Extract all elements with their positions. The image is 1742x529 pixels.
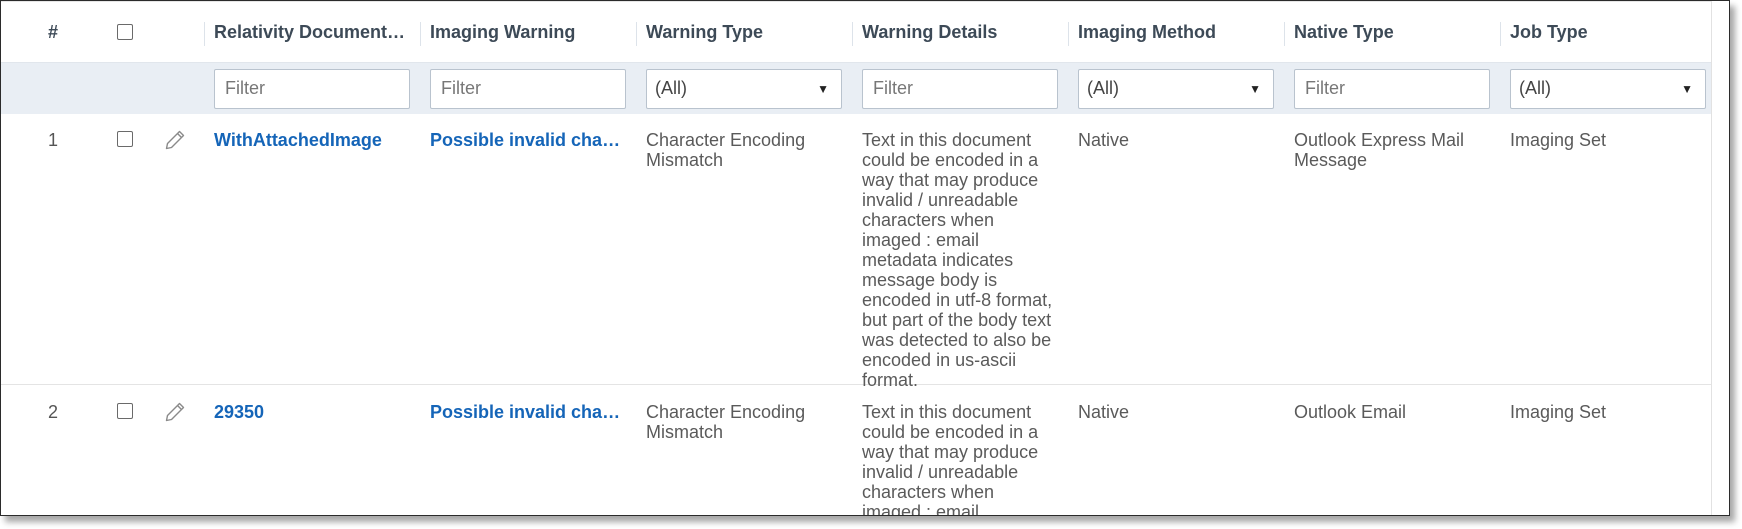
filter-cell-warning-type: (All) ▼ (646, 63, 842, 114)
warning-details-text: Text in this document could be encoded i… (862, 130, 1053, 390)
column-divider (1068, 22, 1069, 46)
warning-type-cell: Character Encoding Mismatch (646, 114, 842, 384)
pencil-icon[interactable] (163, 400, 187, 424)
grid-header-row: # Relativity Document I... Imaging Warni… (1, 1, 1713, 63)
row-select[interactable] (105, 386, 145, 515)
pencil-icon[interactable] (163, 128, 187, 152)
column-divider (204, 22, 205, 46)
imaging-warning-cell: Possible invalid charac... (430, 386, 626, 515)
select-value: (All) (655, 78, 687, 98)
filter-input-doc-id[interactable] (214, 68, 410, 109)
column-divider (636, 22, 637, 46)
header-label[interactable]: Warning Type (646, 22, 763, 43)
row-number: 1 (47, 130, 58, 150)
column-divider (1500, 22, 1501, 46)
header-imaging-method[interactable]: Imaging Method (1068, 2, 1274, 62)
warning-details-cell: Text in this document could be encoded i… (862, 386, 1058, 516)
filter-cell-doc-id (214, 63, 410, 114)
header-job-type[interactable]: Job Type (1500, 2, 1706, 62)
doc-id-cell: 29350 (214, 386, 410, 515)
filter-select-job-type[interactable]: (All) ▼ (1510, 68, 1706, 109)
header-label[interactable]: Imaging Method (1078, 22, 1216, 43)
filter-input-native-type[interactable] (1294, 68, 1490, 109)
imaging-method-text: Native (1078, 130, 1130, 150)
header-label[interactable]: Warning Details (862, 22, 997, 43)
header-label[interactable]: Job Type (1510, 22, 1588, 43)
native-type-cell: Outlook Email (1294, 386, 1490, 515)
warning-type-text: Character Encoding Mismatch (646, 402, 806, 442)
imaging-warning-cell: Possible invalid charac... (430, 114, 626, 384)
column-divider (852, 22, 853, 46)
caret-down-icon: ▼ (817, 81, 829, 96)
edit-button[interactable] (151, 386, 199, 515)
row-number: 2 (47, 402, 58, 422)
header-warning-type[interactable]: Warning Type (636, 2, 842, 62)
job-type-cell: Imaging Set (1510, 386, 1706, 515)
header-label[interactable]: Native Type (1294, 22, 1394, 43)
table-row: 2 29350 Possible invalid charac... Chara… (1, 386, 1713, 516)
imaging-warning-link[interactable]: Possible invalid charac... (430, 402, 626, 422)
warning-type-text: Character Encoding Mismatch (646, 130, 806, 170)
column-divider (1284, 22, 1285, 46)
header-row-number: # (1, 2, 105, 62)
doc-id-link[interactable]: WithAttachedImage (214, 130, 410, 150)
imaging-method-text: Native (1078, 402, 1130, 422)
column-divider (420, 22, 421, 46)
native-type-text: Outlook Express Mail Message (1294, 130, 1465, 170)
filter-row: (All) ▼ (All) ▼ (All) ▼ (1, 63, 1713, 114)
header-relativity-document-id[interactable]: Relativity Document I... (204, 2, 410, 62)
document-grid: # Relativity Document I... Imaging Warni… (0, 0, 1730, 516)
header-label[interactable]: Relativity Document I... (214, 22, 410, 43)
table-row: 1 WithAttachedImage Possible invalid cha… (1, 114, 1713, 390)
header-label[interactable]: Imaging Warning (430, 22, 575, 43)
job-type-text: Imaging Set (1510, 402, 1607, 422)
job-type-cell: Imaging Set (1510, 114, 1706, 384)
warning-details-cell: Text in this document could be encoded i… (862, 114, 1058, 390)
filter-cell-job-type: (All) ▼ (1510, 63, 1706, 114)
select-value: (All) (1519, 78, 1551, 98)
job-type-text: Imaging Set (1510, 130, 1607, 150)
row-checkbox[interactable] (117, 403, 133, 419)
warning-type-cell: Character Encoding Mismatch (646, 386, 842, 515)
header-select-all[interactable] (105, 2, 145, 62)
vertical-scrollbar[interactable] (1711, 1, 1729, 515)
header-warning-details[interactable]: Warning Details (852, 2, 1058, 62)
select-all-checkbox[interactable] (117, 24, 133, 40)
filter-input-imaging-warning[interactable] (430, 68, 626, 109)
warning-details-text: Text in this document could be encoded i… (862, 402, 1039, 516)
imaging-method-cell: Native (1078, 386, 1274, 515)
filter-cell-imaging-warning (430, 63, 626, 114)
native-type-text: Outlook Email (1294, 402, 1407, 422)
doc-id-cell: WithAttachedImage (214, 114, 410, 384)
imaging-warning-link[interactable]: Possible invalid charac... (430, 130, 626, 150)
filter-cell-warning-details (862, 63, 1058, 114)
header-imaging-warning[interactable]: Imaging Warning (420, 2, 626, 62)
select-value: (All) (1087, 78, 1119, 98)
filter-cell-imaging-method: (All) ▼ (1078, 63, 1274, 114)
row-checkbox[interactable] (117, 131, 133, 147)
edit-button[interactable] (151, 114, 199, 384)
filter-select-warning-type[interactable]: (All) ▼ (646, 68, 842, 109)
filter-select-imaging-method[interactable]: (All) ▼ (1078, 68, 1274, 109)
header-native-type[interactable]: Native Type (1284, 2, 1490, 62)
row-number-header: # (47, 21, 58, 42)
imaging-method-cell: Native (1078, 114, 1274, 384)
caret-down-icon: ▼ (1249, 81, 1261, 96)
doc-id-link[interactable]: 29350 (214, 402, 410, 422)
native-type-cell: Outlook Express Mail Message (1294, 114, 1490, 384)
row-select[interactable] (105, 114, 145, 384)
filter-cell-native-type (1294, 63, 1490, 114)
filter-input-warning-details[interactable] (862, 68, 1058, 109)
caret-down-icon: ▼ (1681, 81, 1693, 96)
